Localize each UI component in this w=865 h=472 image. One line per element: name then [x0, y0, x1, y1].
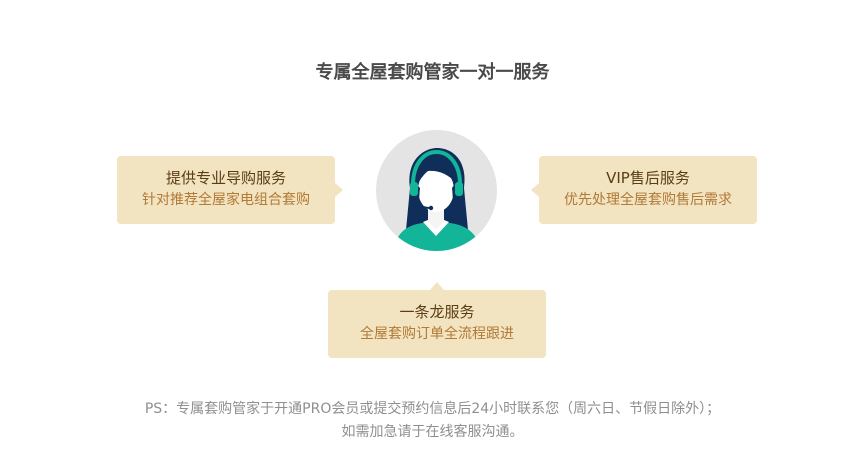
customer-service-agent-icon	[376, 130, 497, 251]
service-card-desc: 针对推荐全屋家电组合套购	[142, 192, 310, 208]
service-card-desc: 全屋套购订单全流程跟进	[360, 326, 514, 342]
service-card-title: 一条龙服务	[399, 303, 475, 321]
service-card-title: 提供专业导购服务	[165, 169, 286, 187]
service-card-desc: 优先处理全屋套购售后需求	[564, 192, 732, 208]
page-title: 专属全屋套购管家一对一服务	[315, 62, 550, 83]
footnote-line-2: 如需加急请于在线客服沟通。	[341, 424, 524, 440]
service-card-vip-aftersales: VIP售后服务 优先处理全屋套购售后需求	[531, 156, 757, 224]
footnote: PS：专属套购管家于开通PRO会员或提交预约信息后24小时联系您（周六日、节假日…	[0, 398, 865, 444]
service-card-one-stop: 一条龙服务 全屋套购订单全流程跟进	[328, 282, 546, 358]
service-card-title: VIP售后服务	[606, 169, 690, 187]
service-card-professional-guide: 提供专业导购服务 针对推荐全屋家电组合套购	[117, 156, 343, 224]
footnote-line-1: PS：专属套购管家于开通PRO会员或提交预约信息后24小时联系您（周六日、节假日…	[144, 401, 721, 417]
